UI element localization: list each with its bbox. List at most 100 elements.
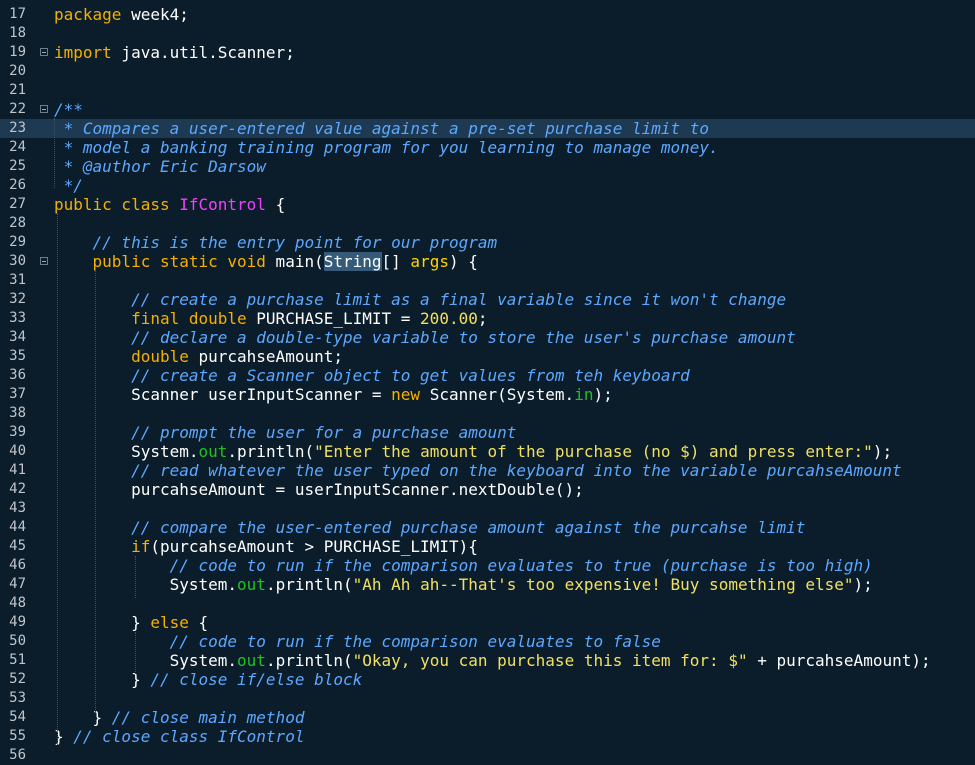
code-line[interactable]: 38 <box>0 404 975 423</box>
code-token: /** <box>54 100 83 119</box>
code-text: } // close if/else block <box>54 670 362 689</box>
code-text: } else { <box>54 613 208 632</box>
code-token: new <box>391 385 421 404</box>
code-line[interactable]: 37 Scanner userInputScanner = new Scanne… <box>0 385 975 404</box>
code-text: // read whatever the user typed on the k… <box>54 461 902 480</box>
code-line[interactable]: 52 } // close if/else block <box>0 670 975 689</box>
code-token: { <box>188 613 209 632</box>
indent-guide <box>57 213 58 745</box>
code-token: [] <box>381 252 411 271</box>
code-text: System.out.println("Okay, you can purcha… <box>54 651 931 670</box>
code-line[interactable]: 24 * model a banking training program fo… <box>0 138 975 157</box>
line-number: 36 <box>9 367 26 383</box>
line-number: 21 <box>9 82 26 98</box>
code-line[interactable]: 39 // prompt the user for a purchase amo… <box>0 423 975 442</box>
code-text: if(purcahseAmount > PURCHASE_LIMIT){ <box>54 537 478 556</box>
code-line[interactable]: 44 // compare the user-entered purchase … <box>0 518 975 537</box>
code-token: // code to run if the comparison evaluat… <box>54 556 873 575</box>
code-line[interactable]: 54 } // close main method <box>0 708 975 727</box>
code-text: // code to run if the comparison evaluat… <box>54 556 873 575</box>
code-line[interactable]: 49 } else { <box>0 613 975 632</box>
code-text: */ <box>54 176 83 195</box>
code-token: week4; <box>121 5 189 24</box>
code-token: Scanner userInputScanner = <box>54 385 392 404</box>
code-line[interactable]: 48 <box>0 594 975 613</box>
code-line[interactable]: 41 // read whatever the user typed on th… <box>0 461 975 480</box>
line-number: 29 <box>9 234 26 250</box>
code-line[interactable]: 27 public class IfControl { <box>0 195 975 214</box>
code-token: // compare the user-entered purchase amo… <box>54 518 806 537</box>
code-line[interactable]: 19 import java.util.Scanner; <box>0 43 975 62</box>
code-token: // create a purchase limit as a final va… <box>54 290 787 309</box>
code-token: PURCHASE_LIMIT = <box>246 309 421 328</box>
code-text: double purcahseAmount; <box>54 347 343 366</box>
code-text: } // close main method <box>54 708 305 727</box>
line-number: 49 <box>9 614 26 630</box>
code-line[interactable]: 56 <box>0 746 975 765</box>
code-line[interactable]: 55 } // close class IfControl <box>0 727 975 746</box>
code-line[interactable]: 17 package week4; <box>0 5 975 24</box>
code-line[interactable]: 22 /** <box>0 100 975 119</box>
code-line[interactable]: 43 <box>0 499 975 518</box>
code-text: public class IfControl { <box>54 195 285 214</box>
code-line[interactable]: 32 // create a purchase limit as a final… <box>0 290 975 309</box>
code-token: public static void <box>92 252 266 271</box>
code-line[interactable]: 28 <box>0 214 975 233</box>
code-token: System. <box>54 651 238 670</box>
code-token: .println( <box>265 575 353 594</box>
code-text: /** <box>54 100 83 119</box>
code-token: .println( <box>265 651 353 670</box>
code-token: } <box>54 613 151 632</box>
code-token: + purcahseAmount); <box>747 651 931 670</box>
code-editor[interactable]: 17 package week4; 18 19 import java.util.Sca… <box>0 0 975 763</box>
code-line[interactable]: 34 // declare a double-type variable to … <box>0 328 975 347</box>
code-token: ) { <box>448 252 478 271</box>
code-line[interactable]: 35 double purcahseAmount; <box>0 347 975 366</box>
code-token: out <box>198 442 228 461</box>
code-line[interactable]: 40 System.out.println("Enter the amount … <box>0 442 975 461</box>
code-text: import java.util.Scanner; <box>54 43 295 62</box>
code-token: args <box>410 252 449 271</box>
code-token: Scanner(System. <box>420 385 575 404</box>
code-token: out <box>237 651 266 670</box>
code-token: java.util.Scanner; <box>111 43 295 62</box>
line-number: 56 <box>9 747 26 763</box>
code-line[interactable]: 45 if(purcahseAmount > PURCHASE_LIMIT){ <box>0 537 975 556</box>
code-line[interactable]: 30 public static void main(String[] args… <box>0 252 975 271</box>
line-number: 55 <box>9 728 26 744</box>
code-token: System. <box>54 442 199 461</box>
code-line[interactable]: 47 System.out.println("Ah Ah ah--That's … <box>0 575 975 594</box>
fold-toggle-icon[interactable] <box>40 48 48 56</box>
line-number: 39 <box>9 424 26 440</box>
code-line[interactable]: 25 * @author Eric Darsow <box>0 157 975 176</box>
code-text: // create a Scanner object to get values… <box>54 366 690 385</box>
code-line[interactable]: 29 // this is the entry point for our pr… <box>0 233 975 252</box>
code-text: System.out.println("Enter the amount of … <box>54 442 892 461</box>
code-line[interactable]: 23 * Compares a user-entered value again… <box>0 119 975 138</box>
code-token: // declare a double-type variable to sto… <box>54 328 796 347</box>
code-line[interactable]: 18 <box>0 24 975 43</box>
code-line[interactable]: 51 System.out.println("Okay, you can pur… <box>0 651 975 670</box>
code-text: } // close class IfControl <box>54 727 304 746</box>
indent-guide <box>54 118 55 188</box>
fold-toggle-icon[interactable] <box>40 257 48 265</box>
fold-toggle-icon[interactable] <box>40 105 48 113</box>
code-token: (purcahseAmount > PURCHASE_LIMIT){ <box>150 537 478 556</box>
code-line[interactable]: 20 <box>0 62 975 81</box>
code-line[interactable]: 21 <box>0 81 975 100</box>
code-line[interactable]: 53 <box>0 689 975 708</box>
code-line[interactable]: 31 <box>0 271 975 290</box>
code-line[interactable]: 46 // code to run if the comparison eval… <box>0 556 975 575</box>
code-line[interactable]: 26 */ <box>0 176 975 195</box>
line-number: 42 <box>9 481 26 497</box>
code-line[interactable]: 36 // create a Scanner object to get val… <box>0 366 975 385</box>
code-line[interactable]: 42 purcahseAmount = userInputScanner.nex… <box>0 480 975 499</box>
code-line[interactable]: 50 // code to run if the comparison eval… <box>0 632 975 651</box>
code-token: // prompt the user for a purchase amount <box>54 423 517 442</box>
code-line[interactable]: 33 final double PURCHASE_LIMIT = 200.00; <box>0 309 975 328</box>
line-number: 40 <box>9 443 26 459</box>
line-number: 19 <box>9 44 26 60</box>
indent-guide <box>95 270 96 712</box>
